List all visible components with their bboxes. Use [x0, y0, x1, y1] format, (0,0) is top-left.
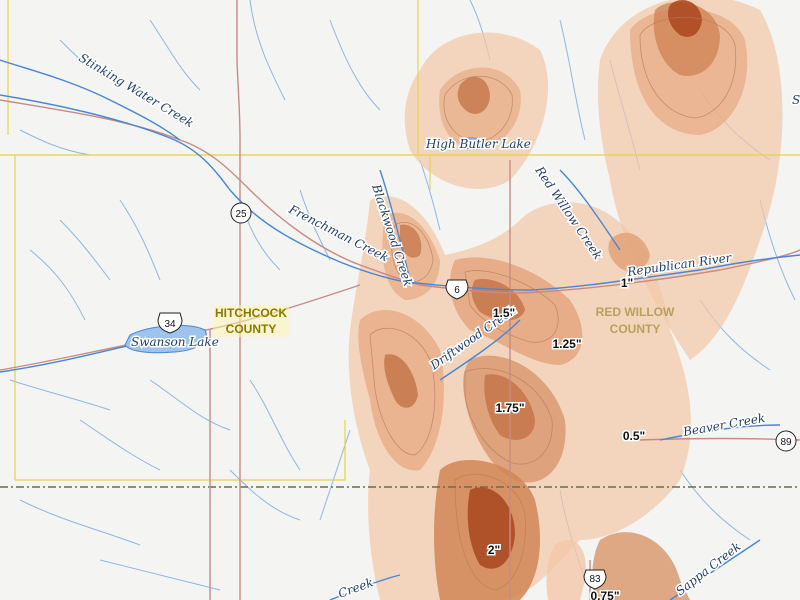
precip-label-2: 2": [488, 543, 500, 557]
shield-us-34-label: 34: [164, 319, 176, 330]
shield-us-6-label: 6: [454, 285, 460, 296]
precip-label-0-5: 0.5": [623, 429, 645, 443]
precip-label-1-75: 1.75": [495, 401, 524, 415]
county-hitchcock-line2: COUNTY: [226, 322, 277, 336]
shield-hwy-89-label: 89: [780, 437, 792, 448]
label-high-butler-lake: High Butler Lake: [425, 137, 531, 151]
county-red-willow-line2: COUNTY: [610, 322, 661, 336]
county-hitchcock-line1: HITCHCOCK: [215, 306, 287, 320]
shield-us-83-label: 83: [589, 574, 601, 585]
precip-label-1-5: 1.5": [493, 306, 515, 320]
precip-label-1: 1": [621, 276, 633, 290]
shield-hwy-25: 25: [230, 202, 252, 224]
county-red-willow-line1: RED WILLOW: [596, 305, 675, 319]
label-edge-fragment: S: [792, 93, 800, 107]
precipitation-map[interactable]: Stinking Water Creek Frenchman Creek Swa…: [0, 0, 800, 600]
shield-hwy-25-label: 25: [235, 209, 247, 220]
map-canvas: Stinking Water Creek Frenchman Creek Swa…: [0, 0, 800, 600]
precip-label-0-75: 0.75": [590, 589, 619, 600]
precip-label-1-25: 1.25": [552, 337, 581, 351]
label-swanson-lake: Swanson Lake: [131, 335, 219, 349]
shield-hwy-89: 89: [775, 430, 797, 452]
